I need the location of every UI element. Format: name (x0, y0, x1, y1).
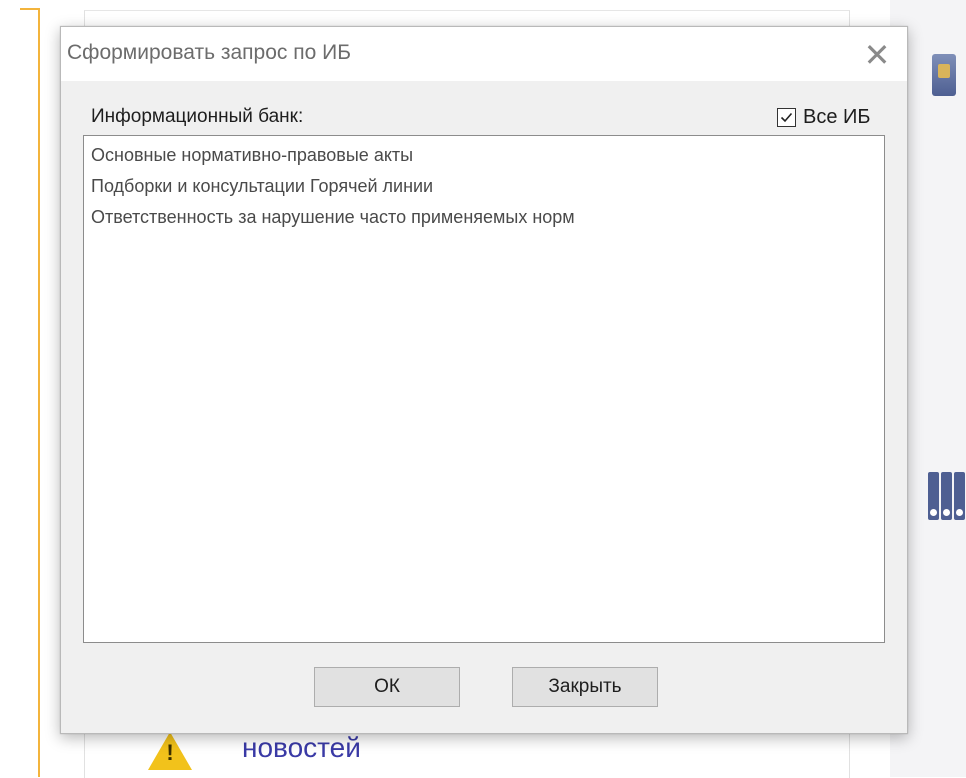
dialog-title: Сформировать запрос по ИБ (67, 41, 351, 64)
info-bank-label: Информационный банк: (91, 106, 304, 127)
ok-button[interactable]: ОК (314, 667, 460, 707)
warning-exclamation: ! (166, 740, 174, 765)
all-ib-checkbox[interactable]: Все ИБ (777, 103, 871, 131)
query-dialog: Сформировать запрос по ИБ ✕ Информационн… (60, 26, 908, 734)
news-link[interactable]: новостей (242, 728, 361, 768)
list-item[interactable]: Ответственность за нарушение часто приме… (84, 202, 884, 233)
left-strip (0, 0, 42, 777)
orange-tick (20, 8, 40, 10)
info-bank-list[interactable]: Основные нормативно-правовые акты Подбор… (83, 135, 885, 643)
close-icon[interactable]: ✕ (853, 35, 901, 75)
orange-accent-line (38, 8, 40, 777)
emblem-icon[interactable] (932, 54, 956, 96)
list-item[interactable]: Подборки и консультации Горячей линии (84, 171, 884, 202)
all-ib-label: Все ИБ (803, 105, 871, 128)
list-item[interactable]: Основные нормативно-правовые акты (84, 140, 884, 171)
checkbox-checked-icon[interactable] (777, 107, 796, 127)
close-button[interactable]: Закрыть (512, 667, 658, 707)
folders-icon[interactable] (928, 472, 966, 520)
dialog-titlebar: Сформировать запрос по ИБ ✕ (61, 27, 907, 81)
